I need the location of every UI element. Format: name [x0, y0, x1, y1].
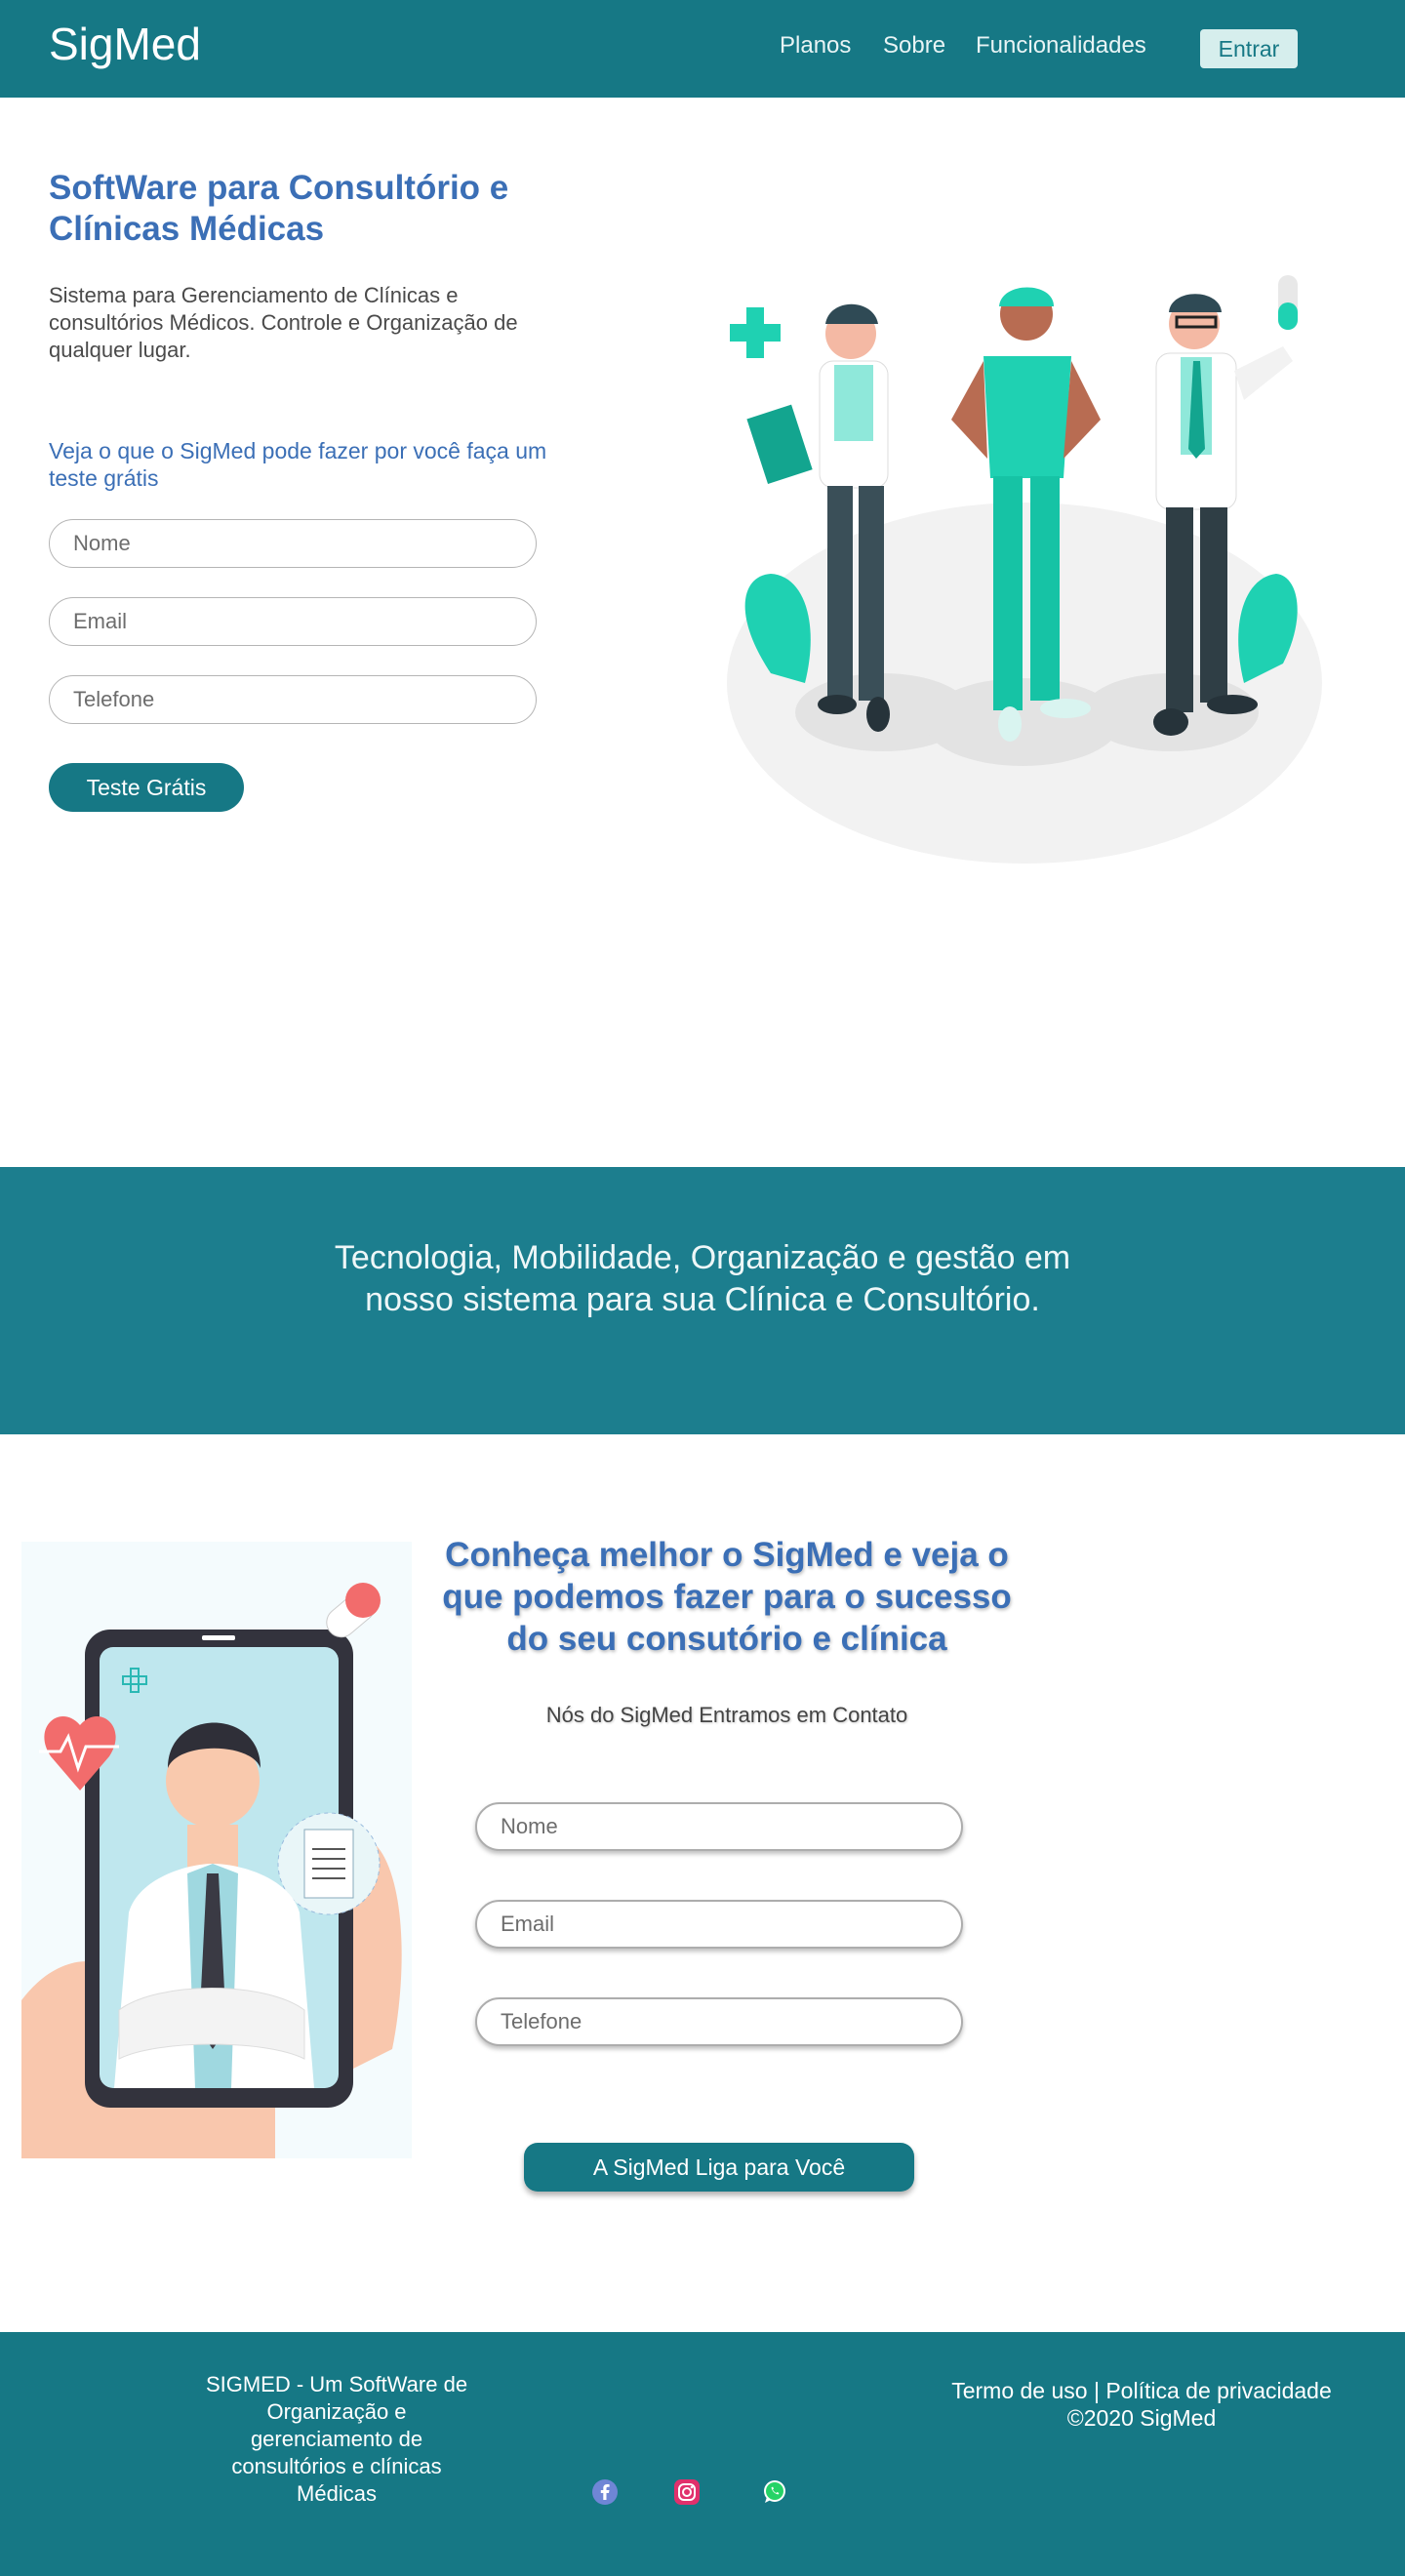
- phone-doctor-illustration: [21, 1542, 412, 2158]
- doctors-illustration: [727, 275, 1322, 864]
- free-trial-button[interactable]: Teste Grátis: [49, 763, 244, 812]
- whatsapp-icon[interactable]: [761, 2478, 788, 2506]
- hero-description: Sistema para Gerenciamento de Clínicas e…: [49, 283, 518, 362]
- facebook-icon[interactable]: [591, 2478, 619, 2506]
- feature-banner: Tecnologia, Mobilidade, Organização e ge…: [0, 1167, 1405, 1434]
- footer-separator: |: [1093, 2378, 1100, 2403]
- banner-text: Tecnologia, Mobilidade, Organização e ge…: [334, 1239, 1071, 1318]
- brand-logo[interactable]: SigMed: [49, 18, 201, 70]
- copyright-text: ©2020 SigMed: [1066, 2405, 1217, 2431]
- hero-cta-text: Veja o que o SigMed pode fazer por você …: [49, 438, 547, 491]
- hero-title: SoftWare para Consultório e Clínicas Méd…: [49, 169, 509, 248]
- footer-about: SIGMED - Um SoftWare de Organização e ge…: [205, 2372, 468, 2506]
- nav-link-sobre[interactable]: Sobre: [883, 32, 945, 60]
- nav-link-funcionalidades[interactable]: Funcionalidades: [976, 32, 1146, 60]
- pill-icon: [1278, 275, 1298, 330]
- contact-title: Conheça melhor o SigMed e veja o que pod…: [442, 1536, 1012, 1658]
- hero-name-input[interactable]: [49, 519, 537, 568]
- contact-subtitle: Nós do SigMed Entramos em Contato: [545, 1703, 908, 1727]
- hero-email-input[interactable]: [49, 597, 537, 646]
- privacy-link[interactable]: Política de privacidade: [1105, 2378, 1331, 2403]
- navbar: SigMed Planos Sobre Funcionalidades Entr…: [0, 0, 1405, 98]
- instagram-icon[interactable]: [673, 2478, 701, 2506]
- contact-phone-input[interactable]: [475, 1997, 963, 2046]
- terms-link[interactable]: Termo de uso: [951, 2378, 1087, 2403]
- contact-name-input[interactable]: [475, 1802, 963, 1851]
- login-button[interactable]: Entrar: [1200, 29, 1298, 68]
- callback-button[interactable]: A SigMed Liga para Você: [524, 2143, 914, 2192]
- hero-phone-input[interactable]: [49, 675, 537, 724]
- clipboard-icon: [277, 1812, 381, 1915]
- footer-links: Termo de uso | Política de privacidade ©…: [878, 2377, 1405, 2432]
- footer: SIGMED - Um SoftWare de Organização e ge…: [0, 2332, 1405, 2576]
- nav-link-planos[interactable]: Planos: [780, 32, 851, 60]
- medical-cross-icon: [730, 307, 781, 358]
- contact-email-input[interactable]: [475, 1900, 963, 1949]
